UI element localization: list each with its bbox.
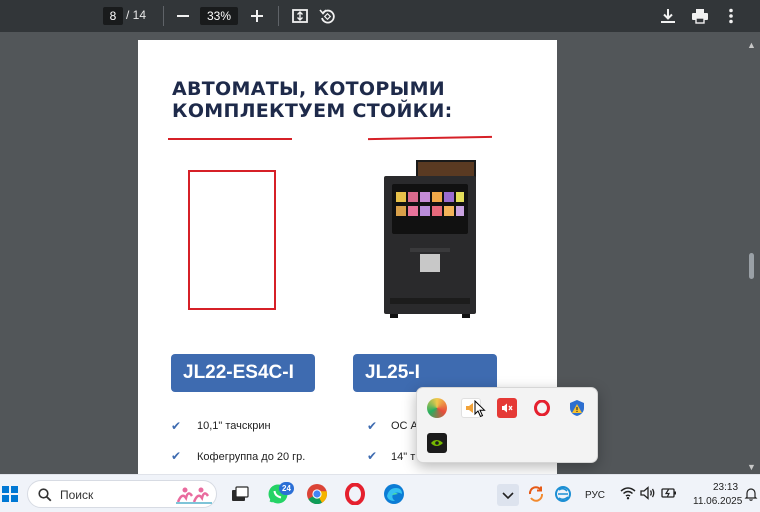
task-view-button[interactable] bbox=[229, 483, 251, 505]
scrollbar-thumb[interactable] bbox=[749, 253, 754, 279]
security-shield-icon[interactable] bbox=[567, 398, 587, 418]
nvidia-icon[interactable] bbox=[427, 433, 447, 453]
zoom-out-button[interactable] bbox=[172, 5, 194, 27]
chrome-icon bbox=[307, 484, 327, 505]
red-divider-right bbox=[367, 135, 493, 141]
product-image-placeholder bbox=[188, 170, 276, 310]
zoom-level-input[interactable]: 33% bbox=[200, 7, 238, 25]
page-total: / 14 bbox=[126, 8, 147, 22]
feature-text: 14" т bbox=[391, 451, 416, 463]
mouse-cursor-icon bbox=[474, 399, 486, 423]
heading-line-2: КОМПЛЕКТУЕМ СТОЙКИ: bbox=[172, 100, 453, 122]
battery-charging-icon bbox=[661, 488, 676, 498]
clock-date[interactable]: 11.06.2025 bbox=[693, 496, 742, 507]
sound-mute-icon bbox=[502, 403, 513, 413]
start-button[interactable] bbox=[2, 486, 18, 502]
zoom-in-button[interactable] bbox=[246, 5, 268, 27]
search-icon bbox=[38, 488, 52, 502]
opera-icon[interactable] bbox=[532, 398, 552, 418]
whatsapp-notification-badge: 24 bbox=[279, 482, 294, 495]
coffee-machine-image bbox=[384, 160, 476, 318]
plus-icon bbox=[251, 10, 263, 22]
more-vertical-icon bbox=[729, 8, 733, 24]
opera-app[interactable] bbox=[344, 482, 366, 506]
edge-icon bbox=[384, 484, 404, 504]
page-number-input[interactable]: 8 bbox=[103, 7, 123, 25]
opera-logo bbox=[534, 400, 550, 416]
language-indicator[interactable]: РУС bbox=[585, 490, 605, 501]
windows-logo-tile bbox=[11, 486, 18, 493]
battery-status[interactable] bbox=[660, 484, 682, 506]
fit-page-icon bbox=[292, 9, 308, 23]
download-icon bbox=[661, 9, 675, 23]
opera-taskbar-icon bbox=[345, 482, 365, 506]
red-divider-left bbox=[168, 138, 292, 140]
heading-line-1: АВТОМАТЫ, КОТОРЫМИ bbox=[172, 78, 446, 100]
ie-style-icon bbox=[555, 486, 571, 502]
edge-app[interactable] bbox=[383, 483, 405, 505]
toolbar-divider bbox=[163, 6, 164, 26]
tray-overflow-popup bbox=[416, 387, 598, 463]
more-actions-button[interactable] bbox=[720, 5, 742, 27]
tray-e-app-button[interactable] bbox=[553, 484, 575, 506]
wifi-icon bbox=[620, 487, 636, 500]
pdf-viewport[interactable]: АВТОМАТЫ, КОТОРЫМИ КОМПЛЕКТУЕМ СТОЙКИ: J… bbox=[0, 32, 760, 480]
print-icon bbox=[692, 9, 708, 24]
windows-logo-tile bbox=[11, 495, 18, 502]
check-icon: ✔ bbox=[171, 419, 182, 433]
red-app-icon[interactable] bbox=[497, 398, 517, 418]
download-button[interactable] bbox=[657, 5, 679, 27]
minus-icon bbox=[177, 15, 189, 17]
fit-page-button[interactable] bbox=[289, 5, 311, 27]
scroll-down-arrow[interactable]: ▼ bbox=[747, 462, 756, 472]
notifications-button[interactable] bbox=[743, 486, 759, 502]
wifi-status[interactable] bbox=[619, 484, 641, 506]
color-circle-icon[interactable] bbox=[427, 398, 447, 418]
scroll-up-arrow[interactable]: ▲ bbox=[747, 40, 756, 50]
pdf-toolbar: 8 / 14 33% bbox=[0, 0, 760, 32]
print-button[interactable] bbox=[689, 5, 711, 27]
windows-logo-tile bbox=[2, 495, 9, 502]
feature-text: ОС А bbox=[391, 420, 418, 432]
search-placeholder: Поиск bbox=[60, 488, 94, 502]
show-hidden-icons-button[interactable] bbox=[497, 484, 519, 506]
model-badge-jl22: JL22-ES4C-I bbox=[171, 354, 315, 392]
feature-text: Кофегруппа до 20 гр. bbox=[197, 451, 306, 463]
chrome-app[interactable] bbox=[306, 483, 328, 505]
chevron-down-icon bbox=[502, 492, 514, 500]
search-highlight-icon bbox=[176, 487, 212, 504]
feature-text: 10,1" тачскрин bbox=[197, 420, 271, 432]
task-view-icon bbox=[232, 486, 249, 501]
volume-status[interactable] bbox=[639, 484, 661, 506]
sync-app-button[interactable] bbox=[526, 484, 548, 506]
windows-logo-tile bbox=[2, 486, 9, 493]
taskbar-search-box[interactable]: Поиск bbox=[27, 480, 217, 508]
windows-taskbar: Поиск 24 РУС 23:13 11.06.2025 bbox=[0, 474, 760, 512]
check-icon: ✔ bbox=[367, 449, 378, 463]
check-icon: ✔ bbox=[367, 419, 378, 433]
clock-time[interactable]: 23:13 bbox=[713, 482, 738, 493]
bell-icon bbox=[744, 488, 758, 501]
sync-icon bbox=[528, 486, 544, 502]
shield-warning-icon bbox=[570, 400, 584, 416]
rotate-button[interactable] bbox=[316, 5, 338, 27]
nvidia-logo bbox=[431, 440, 443, 446]
check-icon: ✔ bbox=[171, 449, 182, 463]
rotate-icon bbox=[319, 9, 335, 24]
page-heading: АВТОМАТЫ, КОТОРЫМИ КОМПЛЕКТУЕМ СТОЙКИ: bbox=[172, 78, 502, 122]
toolbar-divider bbox=[278, 6, 279, 26]
volume-icon bbox=[640, 486, 655, 500]
